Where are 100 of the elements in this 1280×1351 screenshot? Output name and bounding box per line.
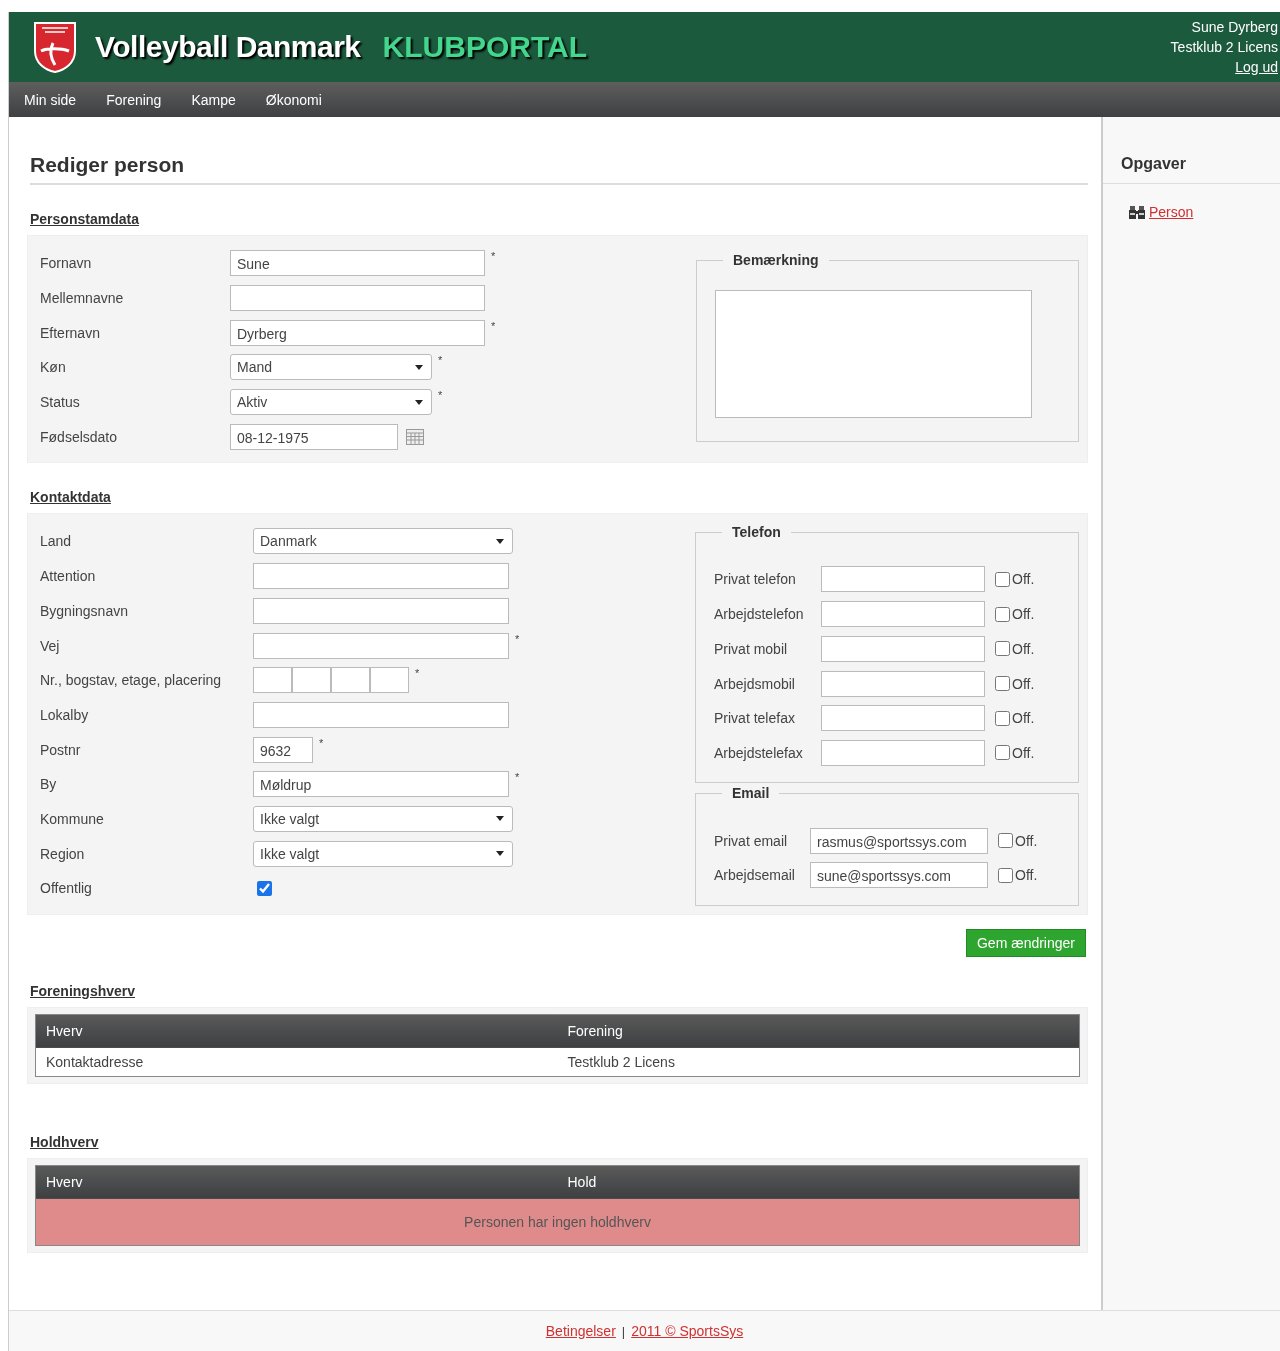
table-cell: Testklub 2 Licens — [557, 1047, 1080, 1077]
text-field[interactable] — [253, 632, 509, 659]
field-label: Mellemnavne — [40, 290, 125, 307]
phone-field[interactable] — [821, 739, 985, 766]
sidebar-link[interactable]: Person — [1149, 204, 1194, 220]
select-field[interactable]: Mand — [230, 354, 432, 381]
field-label: Køn — [40, 359, 67, 376]
field-label: Vej — [40, 637, 61, 654]
select-field[interactable]: Ikke valgt — [253, 805, 513, 832]
nav-item[interactable]: Min side — [24, 91, 77, 108]
text-field[interactable] — [292, 667, 331, 694]
public-label: Off. — [1012, 640, 1035, 657]
field-label: Nr., bogstav, etage, placering — [40, 672, 223, 689]
required-mark: * — [491, 319, 496, 332]
logout-link[interactable]: Log ud — [1235, 57, 1278, 77]
required-mark: * — [491, 250, 496, 263]
select-field[interactable]: Danmark — [253, 528, 513, 555]
text-field[interactable] — [253, 701, 509, 728]
public-checkbox[interactable] — [995, 676, 1010, 692]
field-label: Lokalby — [40, 706, 90, 723]
text-field[interactable] — [253, 667, 292, 694]
site-subtitle: KLUBPORTAL — [382, 30, 587, 64]
nav-item[interactable]: Kampe — [191, 91, 236, 108]
page-title: Rediger person — [30, 153, 1088, 185]
caret-icon — [496, 851, 504, 857]
field-label: Fornavn — [40, 255, 93, 272]
field-label: Postnr — [40, 741, 82, 758]
phone-field[interactable] — [821, 601, 985, 628]
phone-field[interactable] — [821, 670, 985, 697]
phone-field[interactable] — [821, 635, 985, 662]
caret-icon — [415, 364, 423, 370]
text-field[interactable] — [370, 667, 409, 694]
field-label: Arbejdsemail — [714, 867, 796, 884]
club-name: Testklub 2 Licens — [1170, 38, 1278, 57]
section-heading: Foreningshverv — [30, 982, 137, 999]
phone-field[interactable] — [821, 705, 985, 732]
remark-textarea[interactable] — [715, 290, 1032, 418]
field-label: Privat email — [714, 832, 789, 849]
date-field[interactable]: 08-12-1975 — [230, 423, 398, 450]
field-label: Efternavn — [40, 324, 101, 341]
nav-item[interactable]: Forening — [106, 91, 162, 108]
caret-icon — [496, 538, 504, 544]
required-mark: * — [515, 771, 520, 784]
field-label: Offentlig — [40, 880, 93, 897]
public-checkbox[interactable] — [995, 710, 1010, 726]
footer-separator: | — [621, 1323, 626, 1339]
checkbox[interactable] — [257, 880, 272, 896]
public-label: Off. — [1015, 832, 1038, 849]
nav-item[interactable]: Økonomi — [265, 91, 322, 108]
text-field[interactable]: Sune — [230, 250, 485, 277]
required-mark: * — [438, 389, 443, 402]
calendar-icon[interactable] — [406, 428, 424, 445]
required-mark: * — [319, 736, 324, 749]
text-field[interactable]: 9632 — [253, 736, 313, 763]
select-field[interactable]: Ikke valgt — [253, 840, 513, 867]
public-label: Off. — [1012, 675, 1035, 692]
field-label: Bygningsnavn — [40, 602, 129, 619]
text-field[interactable]: Dyrberg — [230, 319, 485, 346]
required-mark: * — [438, 354, 443, 367]
field-label: Arbejdsmobil — [714, 675, 796, 692]
public-label: Off. — [1012, 571, 1035, 588]
copyright-link[interactable]: 2011 © SportsSys — [631, 1323, 744, 1339]
section-heading: Holdhverv — [30, 1133, 100, 1150]
public-label: Off. — [1012, 744, 1035, 761]
select-field[interactable]: Aktiv — [230, 389, 432, 416]
public-checkbox[interactable] — [998, 833, 1013, 849]
email-field[interactable]: rasmus@sportssys.com — [810, 827, 988, 854]
field-label: Fødselsdato — [40, 428, 119, 445]
text-field[interactable] — [253, 563, 509, 590]
site-title: Volleyball Danmark — [95, 30, 361, 64]
text-field[interactable] — [253, 597, 509, 624]
public-checkbox[interactable] — [995, 641, 1010, 657]
caret-icon — [496, 816, 504, 822]
column-header: Hverv — [35, 1014, 558, 1048]
public-checkbox[interactable] — [995, 745, 1010, 761]
phone-field[interactable] — [821, 566, 985, 593]
text-field[interactable] — [230, 285, 485, 312]
sidebar-title: Opgaver — [1103, 155, 1280, 184]
field-label: Kommune — [40, 810, 105, 827]
field-label: Status — [40, 394, 81, 411]
section-heading: Kontaktdata — [30, 489, 112, 506]
public-checkbox[interactable] — [995, 606, 1010, 622]
text-field[interactable] — [331, 667, 370, 694]
column-header: Hold — [557, 1165, 1080, 1199]
terms-link[interactable]: Betingelser — [545, 1323, 616, 1339]
required-mark: * — [515, 632, 520, 645]
public-checkbox[interactable] — [995, 571, 1010, 587]
table-cell: Kontaktadresse — [35, 1047, 558, 1077]
public-checkbox[interactable] — [998, 867, 1013, 883]
field-label: Land — [40, 533, 73, 550]
binoculars-icon — [1129, 205, 1145, 219]
column-header: Forening — [557, 1014, 1080, 1048]
empty-message: Personen har ingen holdhverv — [35, 1198, 1080, 1246]
email-field[interactable]: sune@sportssys.com — [810, 862, 988, 889]
field-label: By — [40, 776, 58, 793]
field-label: Arbejdstelefon — [714, 606, 805, 623]
field-label: Privat telefax — [714, 710, 796, 727]
field-label: Region — [40, 845, 86, 862]
text-field[interactable]: Møldrup — [253, 771, 509, 798]
shield-logo-icon — [33, 21, 77, 73]
